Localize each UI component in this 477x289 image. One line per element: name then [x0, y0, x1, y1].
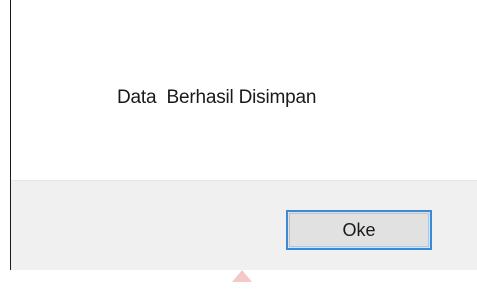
dialog-button-bar: Oke	[11, 180, 477, 271]
ok-button[interactable]: Oke	[286, 210, 432, 250]
message-dialog: Data Berhasil Disimpan Oke	[0, 0, 477, 289]
dialog-content: Data Berhasil Disimpan	[11, 0, 477, 180]
dialog-message: Data Berhasil Disimpan	[117, 87, 317, 108]
watermark-logo-fragment	[232, 270, 252, 282]
